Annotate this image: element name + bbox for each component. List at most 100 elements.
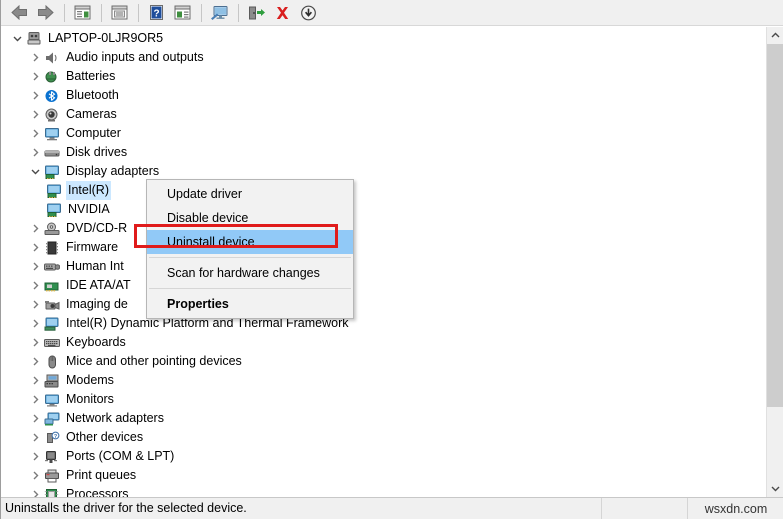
action-menu-button[interactable] [170, 2, 194, 24]
red-x-icon [276, 6, 288, 19]
tree-node-label: Print queues [66, 468, 137, 482]
toolbar-separator-2 [101, 3, 102, 22]
menu-item-update-driver[interactable]: Update driver [147, 182, 353, 206]
ide-controller-icon [43, 278, 61, 294]
show-hide-console-tree-button[interactable] [70, 2, 94, 24]
chevron-right-icon[interactable] [27, 86, 43, 105]
chevron-right-icon[interactable] [27, 314, 43, 333]
chevron-right-icon[interactable] [27, 352, 43, 371]
chevron-right-icon[interactable] [27, 371, 43, 390]
dvd-drive-icon [43, 221, 61, 237]
tree-node-label: LAPTOP-0LJR9OR5 [48, 31, 164, 45]
menu-separator-2 [149, 288, 351, 289]
tree-node-display-adapters[interactable]: Display adapters [1, 162, 758, 181]
tree-node-cameras[interactable]: Cameras [1, 105, 758, 124]
chevron-right-icon[interactable] [27, 409, 43, 428]
chevron-right-icon[interactable] [27, 295, 43, 314]
tree-node-processors[interactable]: Processors [1, 485, 758, 497]
camera-icon [43, 107, 61, 123]
tree-node-root[interactable]: LAPTOP-0LJR9OR5 [1, 29, 758, 48]
toolbar-separator-5 [238, 3, 239, 22]
mouse-icon [43, 354, 61, 370]
tree-node-imaging-devices[interactable]: Imaging de [1, 295, 758, 314]
chevron-right-icon[interactable] [27, 67, 43, 86]
tree-node-monitors[interactable]: Monitors [1, 390, 758, 409]
display-adapter-icon [45, 202, 63, 218]
tree-node-modems[interactable]: Modems [1, 371, 758, 390]
tree-node-network-adapters[interactable]: Network adapters [1, 409, 758, 428]
help-button[interactable]: ? [144, 2, 168, 24]
chevron-right-icon[interactable] [27, 276, 43, 295]
chevron-down-icon[interactable] [27, 162, 43, 181]
chevron-right-icon[interactable] [27, 390, 43, 409]
tree-node-computer[interactable]: Computer [1, 124, 758, 143]
chevron-right-icon[interactable] [27, 428, 43, 447]
chevron-right-icon[interactable] [27, 105, 43, 124]
chevron-right-icon[interactable] [27, 466, 43, 485]
tree-node-label: Modems [66, 373, 114, 387]
chevron-right-icon[interactable] [27, 333, 43, 352]
action-panel-icon [174, 5, 190, 20]
menu-item-properties[interactable]: Properties [147, 292, 353, 316]
chevron-right-icon[interactable] [27, 124, 43, 143]
tree-node-firmware[interactable]: Firmware [1, 238, 758, 257]
tree-node-bluetooth[interactable]: Bluetooth [1, 86, 758, 105]
monitor-icon [43, 126, 61, 142]
chevron-right-icon[interactable] [27, 48, 43, 67]
tree-node-label: Mice and other pointing devices [66, 354, 242, 368]
disable-device-button[interactable] [296, 2, 320, 24]
tree-node-human-interface-devices[interactable]: Human Int [1, 257, 758, 276]
keyboard-icon [43, 335, 61, 351]
tree-node-other-devices[interactable]: ? Other devices [1, 428, 758, 447]
chevron-down-icon[interactable] [9, 29, 25, 48]
tree-node-batteries[interactable]: Batteries [1, 67, 758, 86]
tree-node-audio-inputs-and-outputs[interactable]: Audio inputs and outputs [1, 48, 758, 67]
menu-item-disable-device[interactable]: Disable device [147, 206, 353, 230]
back-button[interactable] [7, 2, 31, 24]
chevron-right-icon[interactable] [27, 257, 43, 276]
network-adapter-icon [43, 411, 61, 427]
scroll-down-button[interactable] [767, 480, 783, 497]
chevron-right-icon[interactable] [27, 143, 43, 162]
computer-node-icon [25, 31, 43, 47]
tree-node-label: Cameras [66, 107, 117, 121]
tree-node-mice-and-other-pointing-devices[interactable]: Mice and other pointing devices [1, 352, 758, 371]
update-driver-button[interactable] [244, 2, 268, 24]
tree-node-label: NVIDIA [68, 202, 110, 216]
chevron-right-icon[interactable] [27, 447, 43, 466]
monitor-icon [43, 316, 61, 332]
tree-node-print-queues[interactable]: Print queues [1, 466, 758, 485]
vertical-scrollbar[interactable] [766, 27, 783, 497]
tree-node-intel-display-adapter[interactable]: Intel(R) [1, 181, 758, 200]
device-context-menu[interactable]: Update driver Disable device Uninstall d… [146, 179, 354, 319]
arrow-left-icon [10, 5, 27, 20]
tree-node-intel-dynamic-platform-and-thermal-framework[interactable]: Intel(R) Dynamic Platform and Thermal Fr… [1, 314, 758, 333]
tree-node-label: Monitors [66, 392, 114, 406]
tree-node-nvidia-display-adapter[interactable]: NVIDIA [1, 200, 758, 219]
help-question-icon: ? [149, 5, 163, 20]
chevron-right-icon[interactable] [27, 485, 43, 497]
chevron-right-icon[interactable] [27, 238, 43, 257]
scan-for-hardware-changes-button[interactable] [207, 2, 231, 24]
monitor-icon [43, 392, 61, 408]
tree-node-dvd-cd-rom-drives[interactable]: DVD/CD-R [1, 219, 758, 238]
tree-node-keyboards[interactable]: Keyboards [1, 333, 758, 352]
uninstall-device-button[interactable] [270, 2, 294, 24]
menu-item-scan-for-hardware-changes[interactable]: Scan for hardware changes [147, 261, 353, 285]
tree-node-ide-ata-atapi-controllers[interactable]: IDE ATA/AT [1, 276, 758, 295]
device-tree-pane[interactable]: LAPTOP-0LJR9OR5 Audio inputs and outputs [1, 27, 783, 497]
tree-node-label: Imaging de [66, 297, 128, 311]
forward-button[interactable] [33, 2, 57, 24]
scrollbar-thumb[interactable] [767, 44, 783, 407]
modem-icon [43, 373, 61, 389]
menu-item-uninstall-device[interactable]: Uninstall device [147, 230, 353, 254]
chevron-right-icon[interactable] [27, 219, 43, 238]
scroll-up-button[interactable] [767, 27, 783, 44]
toolbar: ? [1, 0, 783, 26]
tree-node-ports-com-and-lpt[interactable]: Ports (COM & LPT) [1, 447, 758, 466]
port-icon [43, 449, 61, 465]
tree-node-label: Processors [66, 487, 129, 497]
tree-node-disk-drives[interactable]: Disk drives [1, 143, 758, 162]
other-device-icon: ? [43, 430, 61, 446]
properties-button[interactable] [107, 2, 131, 24]
